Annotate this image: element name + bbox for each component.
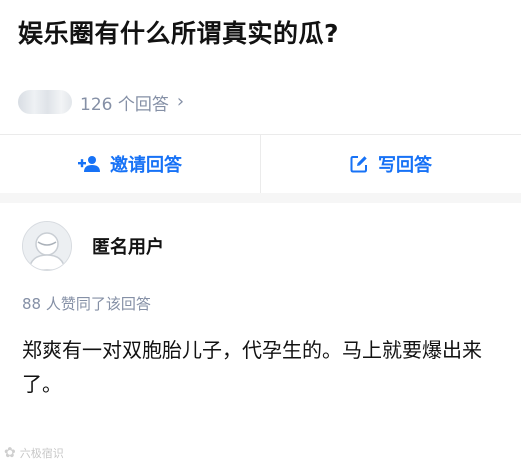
answer-count-row[interactable]: 126 个回答 › (18, 88, 184, 116)
watermark: ✿ 六极宿识 (4, 445, 64, 461)
watermark-logo-icon: ✿ (4, 445, 16, 461)
write-answer-button[interactable]: 写回答 (261, 135, 521, 193)
invite-answer-button[interactable]: 邀请回答 (0, 135, 260, 193)
write-answer-label: 写回答 (378, 155, 432, 176)
answer-card: 匿名用户 88 人赞同了该回答 郑爽有一对双胞胎儿子，代孕生的。马上就要爆出来了… (0, 203, 521, 464)
chevron-right-icon: › (176, 91, 185, 112)
watermark-text: 六极宿识 (19, 447, 64, 460)
edit-icon (350, 155, 368, 173)
answer-count[interactable]: 126 个回答 (80, 90, 169, 115)
author-name[interactable]: 匿名用户 (92, 233, 164, 259)
add-person-icon (78, 155, 100, 173)
blurred-avatar-group (18, 90, 72, 114)
section-gap (0, 193, 521, 203)
question-header: 娱乐圈有什么所谓真实的瓜? 126 个回答 › (0, 0, 521, 134)
answer-content[interactable]: 郑爽有一对双胞胎儿子，代孕生的。马上就要爆出来了。 (22, 333, 502, 401)
invite-answer-label: 邀请回答 (110, 155, 182, 176)
anonymous-avatar-icon[interactable] (22, 221, 72, 271)
question-title[interactable]: 娱乐圈有什么所谓真实的瓜? (18, 14, 339, 50)
vote-count: 88 人赞同了该回答 (22, 295, 151, 313)
action-bar: 邀请回答 写回答 (0, 134, 521, 194)
